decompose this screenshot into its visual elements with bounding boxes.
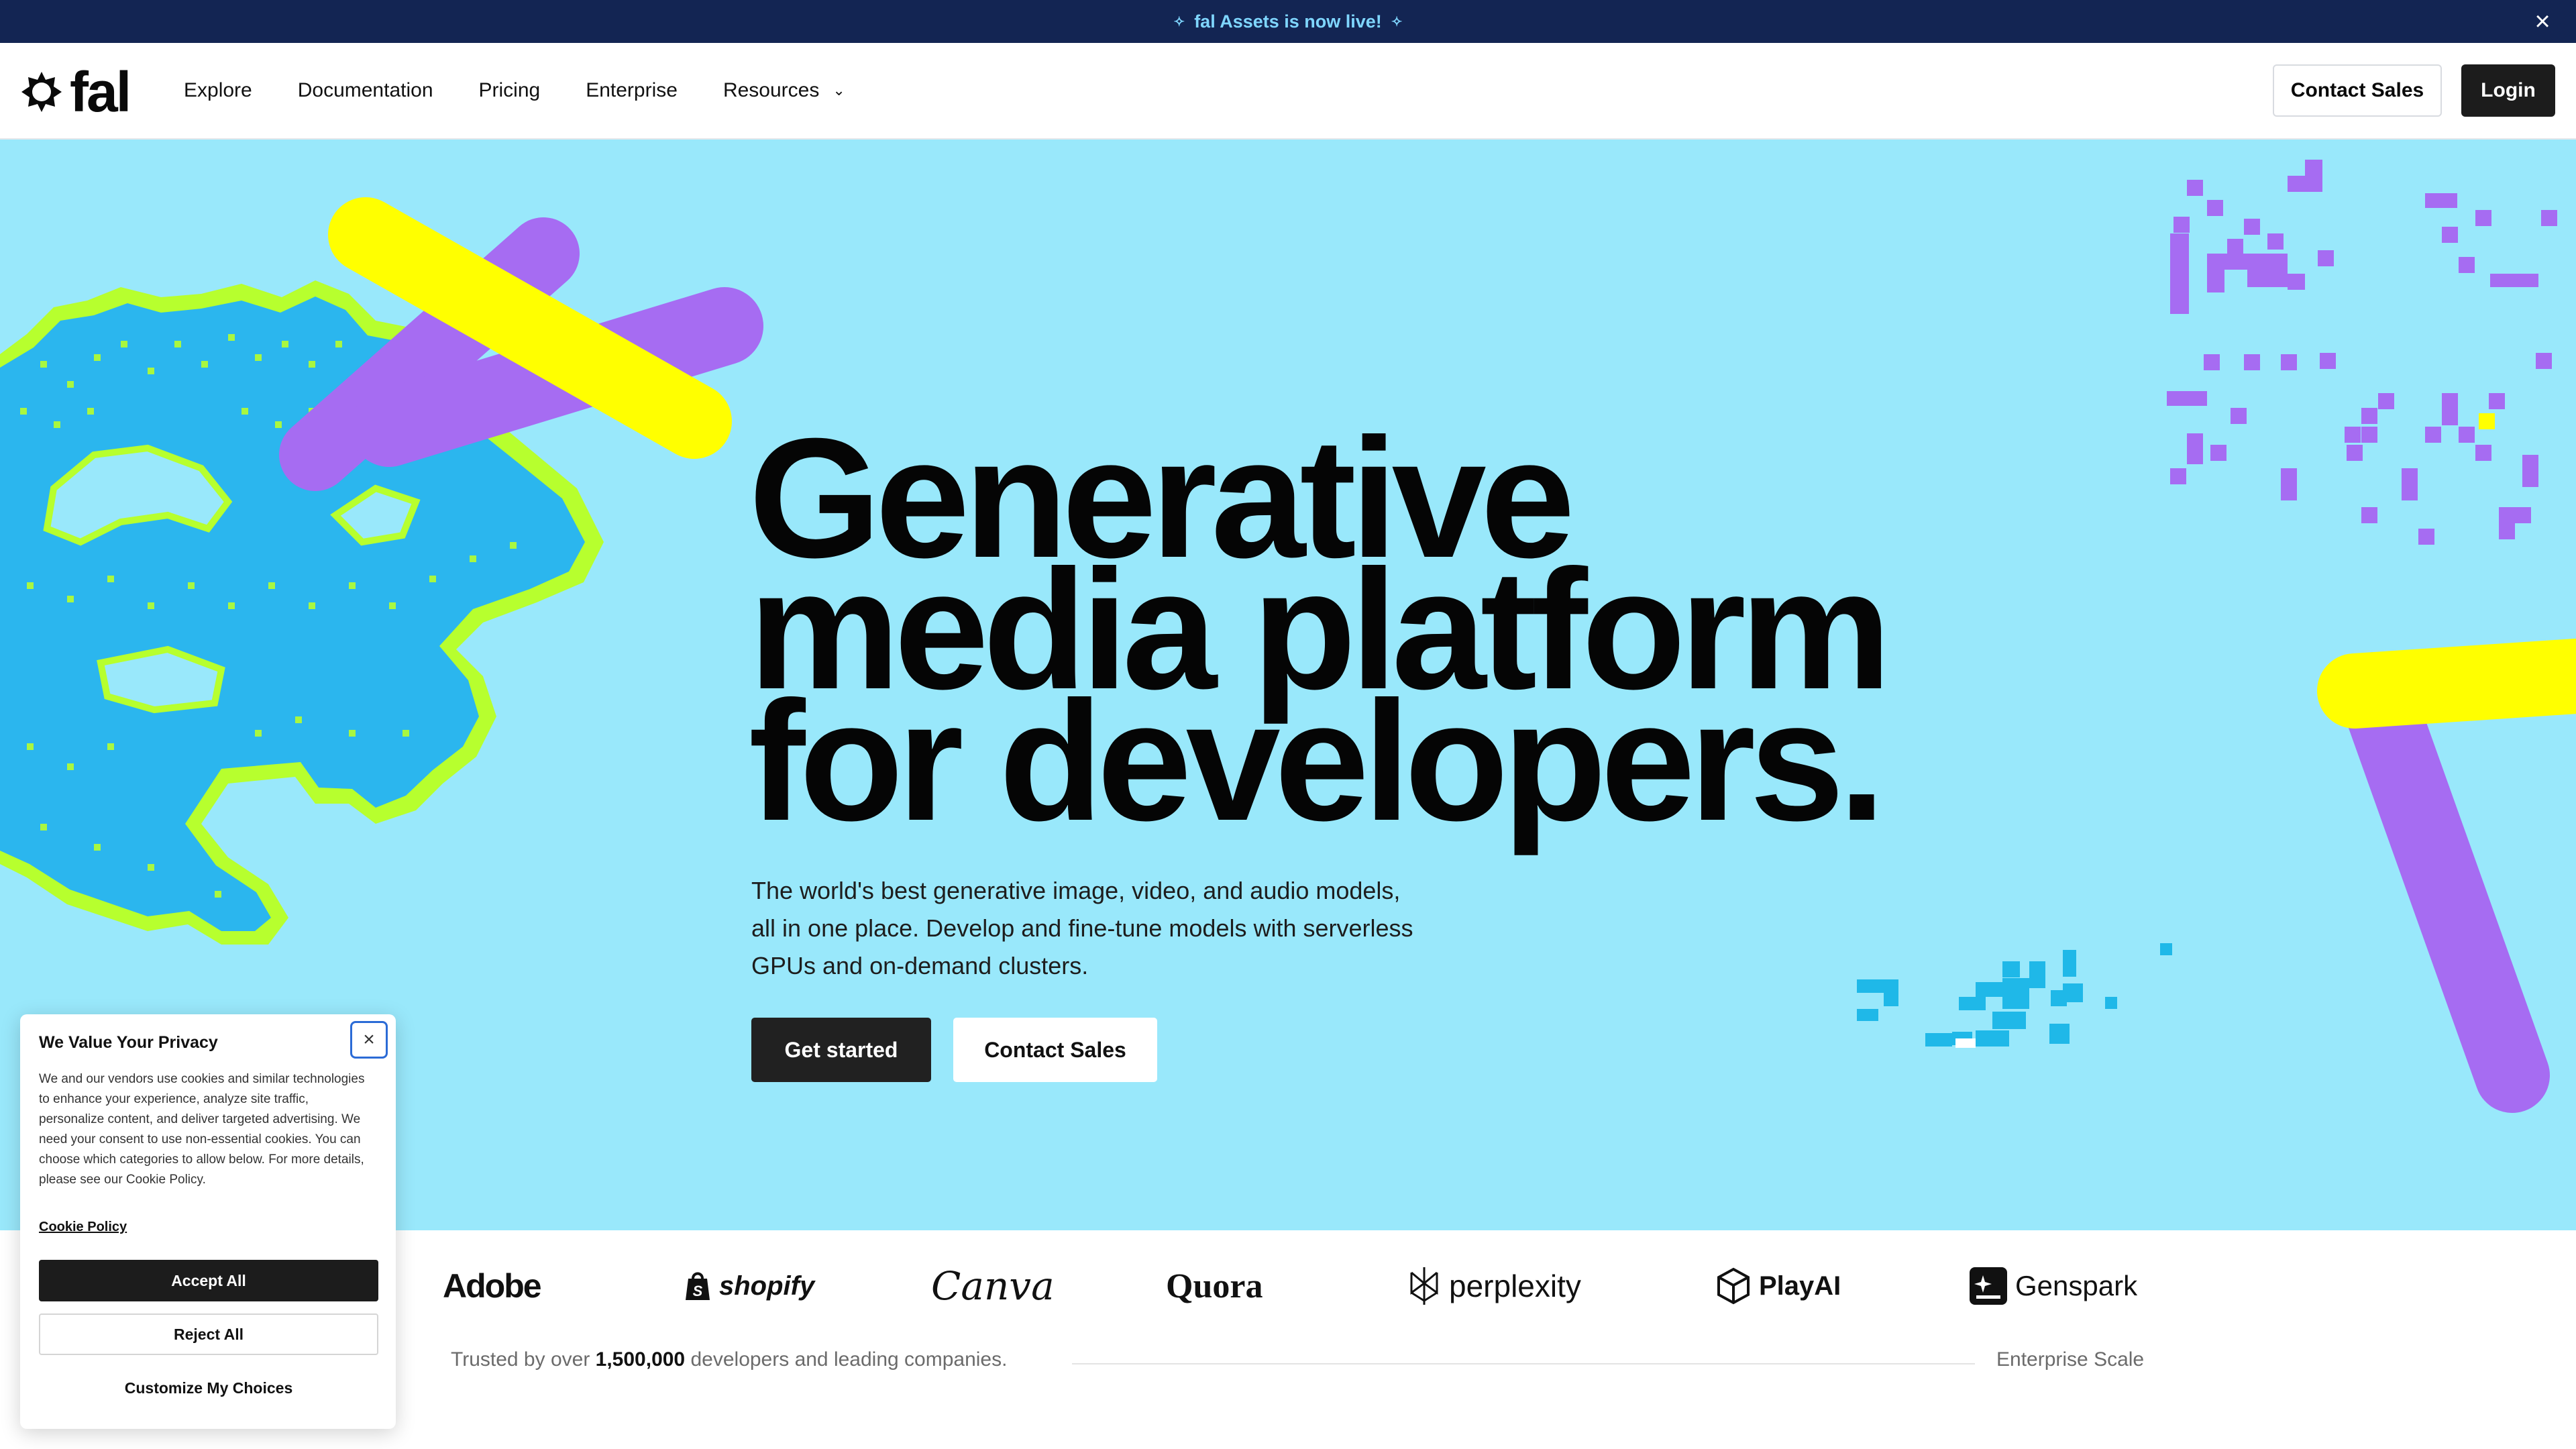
customize-choices-button[interactable]: Customize My Choices (39, 1367, 378, 1409)
accept-all-button[interactable]: Accept All (39, 1260, 378, 1301)
perplexity-wordmark: perplexity (1449, 1269, 1581, 1303)
top-navigation: fal Explore Documentation Pricing Enterp… (0, 43, 2576, 140)
announcement-text[interactable]: fal Assets is now live! (1194, 11, 1382, 32)
playai-cube-icon (1716, 1267, 1751, 1305)
nav-pricing[interactable]: Pricing (479, 79, 541, 102)
hero-contact-sales-button[interactable]: Contact Sales (953, 1018, 1157, 1082)
contact-sales-button[interactable]: Contact Sales (2273, 64, 2442, 117)
nav-resources[interactable]: Resources ⌄ (723, 79, 845, 102)
genspark-wordmark: Genspark (2015, 1270, 2138, 1301)
playai-wordmark: PlayAI (1759, 1271, 1841, 1301)
purple-pixel-cluster (2167, 160, 2557, 545)
nav-links: Explore Documentation Pricing Enterprise… (184, 43, 891, 138)
sparkle-icon: ✧ (1391, 14, 1403, 30)
hero-subtitle: The world's best generative image, video… (751, 877, 1413, 979)
chevron-down-icon: ⌄ (833, 82, 845, 99)
announcement-bar[interactable]: ✧ fal Assets is now live! ✧ × (0, 0, 2576, 43)
close-icon[interactable]: × (350, 1021, 388, 1059)
hero-headline: Generative media platform for developers… (749, 413, 1892, 856)
close-icon[interactable]: × (2526, 5, 2559, 38)
get-started-button[interactable]: Get started (751, 1018, 931, 1082)
reject-all-button[interactable]: Reject All (39, 1313, 378, 1355)
fal-logo-icon (21, 72, 62, 112)
perplexity-logo: perplexity (1407, 1263, 1581, 1309)
canva-logo: Canva (931, 1263, 1055, 1309)
fal-logo[interactable]: fal (20, 60, 131, 123)
nav-resources-label: Resources (722, 79, 820, 101)
yellow-pixel (2479, 413, 2495, 429)
purple-stick (2337, 652, 2550, 1113)
white-pixel (1955, 1038, 1976, 1048)
trusted-prefix: Trusted by over (451, 1348, 590, 1371)
headline-line: for developers. (749, 665, 1886, 856)
login-button[interactable]: Login (2461, 64, 2555, 117)
nav-explore[interactable]: Explore (184, 79, 252, 102)
trusted-suffix: developers and leading companies. (690, 1348, 1008, 1371)
sparkle-icon: ✧ (1173, 14, 1185, 30)
cookie-title: We Value Your Privacy (39, 1033, 218, 1052)
quora-logo: Quora (1166, 1267, 1263, 1305)
blue-pixel-cluster (1857, 943, 2172, 1046)
trusted-count: 1,500,000 (595, 1348, 686, 1371)
nav-enterprise[interactable]: Enterprise (586, 79, 678, 102)
nav-documentation[interactable]: Documentation (298, 79, 433, 102)
shopify-logo: S shopify (684, 1263, 814, 1309)
shopify-bag-icon: S (684, 1271, 711, 1301)
cookie-description: We and our vendors use cookies and simil… (39, 1072, 365, 1187)
yellow-stick (2317, 639, 2576, 729)
playai-logo: PlayAI (1716, 1263, 1841, 1309)
svg-text:S: S (693, 1283, 703, 1299)
cookie-policy-link[interactable]: Cookie Policy (39, 1220, 127, 1235)
adobe-logo: Adobe (443, 1267, 542, 1305)
divider-line (1072, 1363, 1975, 1364)
genspark-logo: Genspark (1970, 1263, 2137, 1309)
enterprise-scale-label: Enterprise Scale (1996, 1348, 2145, 1371)
logo-wordmark: fal (70, 60, 131, 123)
perplexity-icon (1407, 1266, 1441, 1306)
shopify-wordmark: shopify (719, 1271, 815, 1301)
trusted-by-text: Trusted by over 1,500,000 developers and… (451, 1348, 1007, 1371)
genspark-icon (1970, 1267, 2007, 1305)
cookie-consent-dialog: We Value Your Privacy × We and our vendo… (20, 1014, 396, 1429)
